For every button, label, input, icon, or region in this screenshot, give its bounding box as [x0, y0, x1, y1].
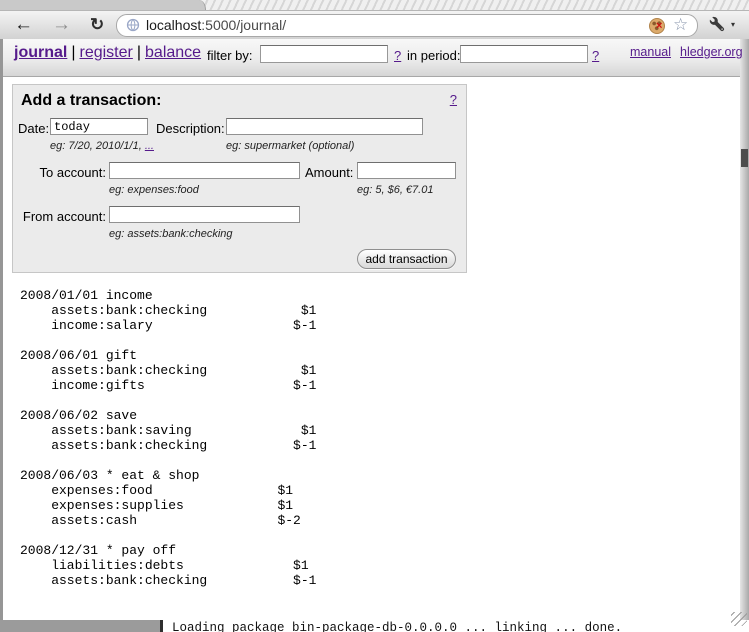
reload-button[interactable]: ↻	[90, 12, 104, 38]
description-hint: eg: supermarket (optional)	[226, 140, 354, 152]
page-globe-icon	[126, 18, 140, 37]
filter-by-label: filter by:	[207, 48, 253, 63]
view-links: journal|register|balance	[14, 44, 201, 62]
amount-label: Amount:	[305, 165, 353, 180]
to-account-input[interactable]	[109, 162, 300, 179]
hledger-org-link[interactable]: hledger.org	[680, 45, 743, 59]
form-title: Add a transaction:	[21, 92, 161, 110]
to-account-hint: eg: expenses:food	[109, 184, 199, 196]
window-resize-grip[interactable]	[731, 612, 747, 626]
date-hint: eg: 7/20, 2010/1/1, ...	[50, 140, 154, 152]
menu-arrow-icon: ▾	[731, 20, 735, 29]
description-label: Description:	[156, 121, 225, 136]
bookmark-star-icon[interactable]: ☆	[673, 15, 688, 35]
from-account-input[interactable]	[109, 206, 300, 223]
wrench-menu-icon[interactable]: ▾	[709, 16, 726, 38]
back-button[interactable]: ←	[14, 12, 33, 38]
window-right-border	[740, 39, 749, 620]
nav-link-journal[interactable]: journal	[14, 44, 67, 61]
in-period-label: in period:	[407, 48, 460, 63]
description-input[interactable]	[226, 118, 423, 135]
url-host: localhost	[146, 17, 201, 33]
journal-text: 2008/01/01 income assets:bank:checking $…	[20, 288, 316, 588]
date-label: Date:	[18, 121, 49, 136]
url-text: localhost:5000/journal/	[146, 17, 286, 33]
window-left-border	[0, 39, 3, 620]
period-input[interactable]	[460, 45, 588, 63]
browser-toolbar: ← → ↻ localhost:5000/journal/ × ☆ ▾	[0, 11, 749, 40]
date-hint-text: eg: 7/20, 2010/1/1,	[50, 140, 145, 152]
add-transaction-button[interactable]: add transaction	[357, 249, 456, 269]
forward-button[interactable]: →	[52, 12, 71, 38]
from-account-hint: eg: assets:bank:checking	[109, 228, 233, 240]
desktop-strip	[0, 620, 160, 632]
period-help-link[interactable]: ?	[592, 48, 599, 63]
filter-input[interactable]	[260, 45, 388, 63]
amount-hint: eg: 5, $6, €7.01	[357, 184, 433, 196]
to-account-label: To account:	[13, 165, 106, 180]
hledger-navbar: journal|register|balance filter by: ? in…	[3, 39, 740, 77]
date-hint-more-link[interactable]: ...	[145, 140, 154, 152]
cookie-blocked-icon[interactable]: ×	[649, 18, 665, 34]
address-bar[interactable]: localhost:5000/journal/ × ☆	[116, 14, 698, 37]
nav-separator: |	[137, 44, 141, 61]
from-account-label: From account:	[13, 209, 106, 224]
tab-strip	[0, 0, 749, 11]
manual-link[interactable]: manual	[630, 45, 671, 59]
date-input[interactable]	[50, 118, 148, 135]
amount-input[interactable]	[357, 162, 456, 179]
blocked-x-icon: ×	[656, 21, 662, 32]
browser-tab[interactable]	[0, 0, 206, 10]
url-path: :5000/journal/	[201, 17, 286, 33]
filter-help-link[interactable]: ?	[394, 48, 401, 63]
scrollbar-thumb[interactable]	[741, 149, 748, 167]
terminal-window-border	[160, 620, 163, 632]
nav-link-register[interactable]: register	[80, 44, 133, 61]
form-help-link[interactable]: ?	[450, 92, 457, 107]
nav-link-balance[interactable]: balance	[145, 44, 201, 61]
terminal-output-text: Loading package bin-package-db-0.0.0.0 .…	[172, 621, 742, 632]
add-transaction-form: Add a transaction: ? Date: Description: …	[12, 84, 467, 273]
nav-separator: |	[71, 44, 75, 61]
